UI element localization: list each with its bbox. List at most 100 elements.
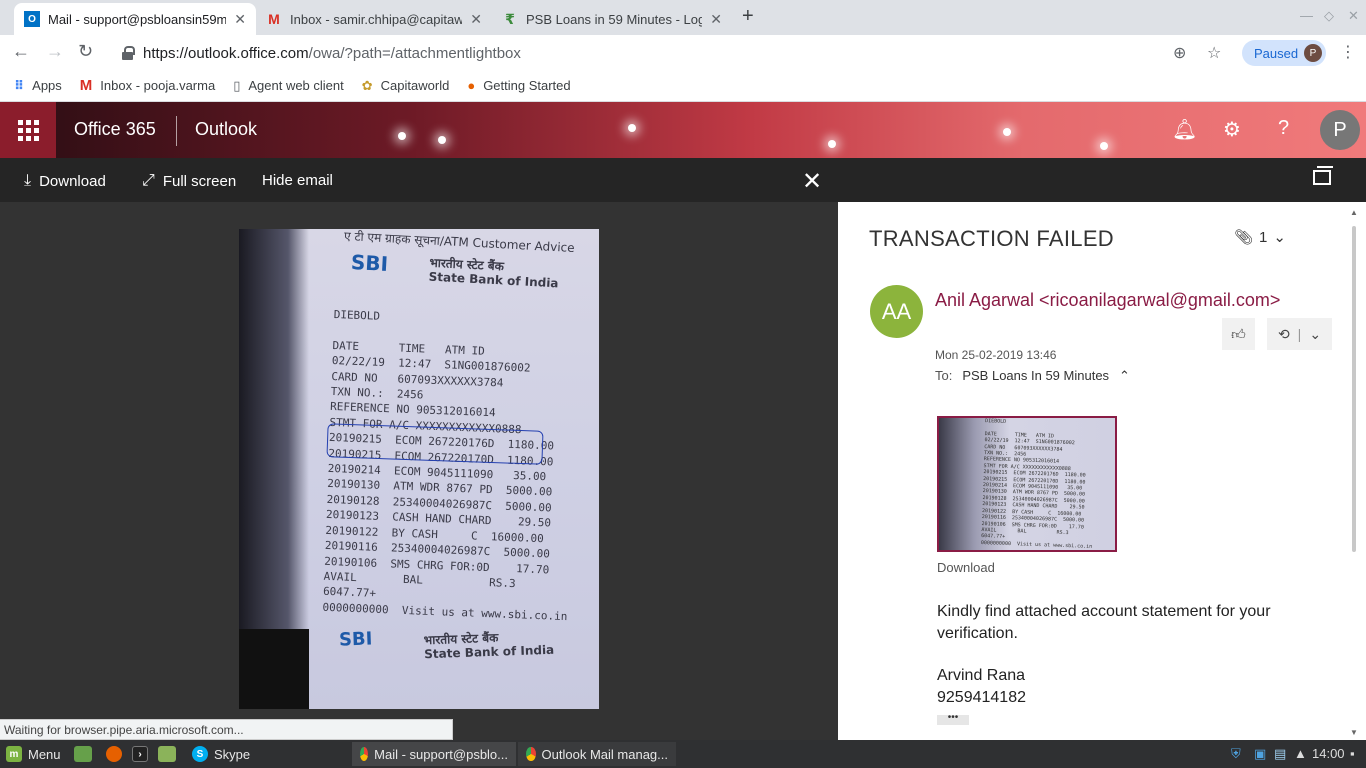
bookmark-getting-started[interactable]: ● Getting Started: [467, 78, 570, 93]
profile-status: Paused: [1254, 45, 1299, 61]
files-launcher[interactable]: [158, 743, 182, 765]
app-name[interactable]: Outlook: [195, 119, 257, 140]
bank-name-block: भारतीय स्टेट बैंक State Bank of India: [428, 256, 559, 291]
show-desktop-launcher[interactable]: [74, 743, 98, 765]
scrollbar-thumb[interactable]: [1352, 226, 1356, 552]
firefox-launcher[interactable]: [106, 743, 128, 765]
app-launcher-button[interactable]: [0, 102, 56, 158]
download-button[interactable]: ⤓ Download: [24, 172, 106, 190]
restore-icon[interactable]: ◇: [1324, 8, 1334, 24]
new-tab-button[interactable]: +: [742, 5, 754, 28]
close-lightbox-icon[interactable]: ✕: [802, 167, 822, 196]
profile-paused-button[interactable]: Paused P: [1242, 40, 1326, 66]
chat-icon[interactable]: ▣: [1254, 746, 1266, 762]
zoom-icon[interactable]: ⊕: [1173, 43, 1186, 63]
back-icon[interactable]: ←: [12, 41, 30, 62]
browser-tab-gmail[interactable]: M Inbox - samir.chhipa@capitawo ✕: [256, 3, 492, 35]
bell-icon[interactable]: 🔔︎: [1172, 117, 1197, 142]
browser-status-text: Waiting for browser.pipe.aria.microsoft.…: [0, 719, 453, 740]
reload-icon[interactable]: ↻: [78, 41, 93, 62]
outlook-icon: O: [24, 11, 40, 27]
suite-title[interactable]: Office 365: [74, 119, 156, 140]
sender-name[interactable]: Anil Agarwal <ricoanilagarwal@gmail.com>: [935, 290, 1280, 311]
apps-grid-icon: ⠿: [14, 77, 25, 93]
like-button[interactable]: 👍︎: [1222, 318, 1255, 350]
scroll-down-icon[interactable]: ▼: [1350, 728, 1358, 737]
chevron-down-icon: ⌄: [1273, 229, 1286, 246]
bookmark-apps[interactable]: ⠿ Apps: [14, 78, 62, 94]
help-icon[interactable]: ?: [1278, 117, 1289, 140]
fullscreen-label: Full screen: [162, 172, 237, 190]
browser-tab-psb[interactable]: ₹ PSB Loans in 59 Minutes - Login ✕: [492, 3, 732, 35]
user-avatar[interactable]: P: [1320, 110, 1360, 150]
skype-launcher[interactable]: S Skype: [192, 743, 250, 765]
close-tab-icon[interactable]: ✕: [234, 11, 246, 28]
close-tab-icon[interactable]: ✕: [470, 11, 482, 28]
email-body: Kindly find attached account statement f…: [937, 603, 1271, 642]
office-header: Office 365 Outlook 🔔︎ ⚙ ? P: [0, 102, 1366, 158]
header-decoration: [828, 140, 836, 148]
bookmark-gmail[interactable]: M Inbox - pooja.varma: [80, 77, 215, 94]
hide-email-button[interactable]: Hide email: [262, 172, 333, 189]
terminal-icon: ›: [132, 746, 148, 762]
bookmark-star-icon[interactable]: ☆: [1207, 43, 1221, 63]
gmail-icon: M: [268, 11, 280, 27]
network-icon[interactable]: ▤: [1274, 746, 1286, 762]
skype-label: Skype: [214, 746, 251, 762]
window-label: Mail - support@psblo...: [374, 746, 508, 762]
lock-icon: [122, 46, 135, 60]
expand-icon: ⤢: [142, 172, 155, 189]
shield-icon[interactable]: ⛨: [1231, 746, 1241, 762]
tab-title: Mail - support@psbloansin59m: [48, 11, 227, 27]
reply-all-icon: ⟲: [1277, 325, 1290, 342]
bookmark-agent-web-client[interactable]: ▯ Agent web client: [233, 78, 344, 94]
chevron-up-icon[interactable]: ⌃: [1119, 368, 1130, 384]
menu-label: Menu: [28, 746, 61, 762]
sender-avatar[interactable]: AA: [870, 285, 923, 338]
start-menu-button[interactable]: m Menu: [6, 743, 61, 765]
fullscreen-button[interactable]: ⤢ Full screen: [142, 172, 236, 190]
notification-icon[interactable]: ▲: [1294, 746, 1307, 761]
forward-icon[interactable]: →: [46, 41, 64, 62]
chevron-down-icon[interactable]: ⌄: [1309, 326, 1321, 343]
minimize-icon[interactable]: —: [1300, 8, 1313, 23]
thumbnail-text: DIEBOLD DATE TIME ATM ID 02/22/19 12:47 S…: [981, 418, 1097, 550]
close-tab-icon[interactable]: ✕: [710, 11, 722, 28]
bookmark-label: Agent web client: [248, 78, 344, 93]
to-label: To:: [935, 368, 953, 383]
show-more-button[interactable]: •••: [937, 713, 969, 725]
attachment-download-link[interactable]: Download: [937, 560, 995, 575]
header-decoration: [1003, 128, 1011, 136]
receipt-text: DIEBOLD DATE TIME ATM ID 02/22/19 12:47 S…: [322, 307, 579, 624]
recipient-name[interactable]: PSB Loans In 59 Minutes: [962, 368, 1109, 384]
header-decoration: [438, 136, 446, 144]
thumbs-up-icon: 👍︎: [1231, 325, 1246, 342]
terminal-launcher[interactable]: ›: [132, 743, 154, 765]
attachment-count-button[interactable]: 📎︎ 1 ⌄: [1234, 228, 1286, 247]
popout-icon[interactable]: [1313, 166, 1333, 185]
scroll-up-icon[interactable]: ▲: [1350, 208, 1358, 217]
close-window-icon[interactable]: ✕: [1348, 8, 1359, 24]
tab-title: PSB Loans in 59 Minutes - Login: [526, 11, 703, 27]
download-icon: ⤓: [24, 172, 32, 189]
header-decoration: [1100, 142, 1108, 150]
signature-name: Arvind Rana: [937, 667, 1026, 684]
system-tray-icon[interactable]: ▪: [1350, 746, 1355, 761]
taskbar-window-mail[interactable]: Mail - support@psblo...: [352, 742, 516, 766]
clock[interactable]: 14:00: [1312, 746, 1345, 761]
bookmark-label: Getting Started: [483, 78, 571, 93]
browser-menu-icon[interactable]: ⋮: [1340, 42, 1356, 62]
psb-icon: ₹: [505, 10, 515, 27]
bookmark-label: Apps: [32, 78, 62, 93]
firefox-icon: [106, 746, 122, 762]
browser-tab-mail[interactable]: O Mail - support@psbloansin59m ✕: [14, 3, 256, 35]
attachment-thumbnail[interactable]: DIEBOLD DATE TIME ATM ID 02/22/19 12:47 S…: [937, 416, 1117, 552]
reply-all-button[interactable]: ⟲ | ⌄: [1267, 318, 1332, 350]
profile-avatar: P: [1304, 44, 1322, 62]
sbi-logo-footer: SBI: [338, 628, 373, 651]
taskbar-window-outlook[interactable]: Outlook Mail manag...: [518, 742, 676, 766]
gear-icon[interactable]: ⚙: [1223, 117, 1241, 142]
address-bar[interactable]: https://outlook.office.com/owa/?path=/at…: [112, 39, 1230, 67]
bookmark-capitaworld[interactable]: ✿ Capitaworld: [362, 78, 450, 94]
attachment-viewer: ए टी एम ग्राहक सूचना/ATM Customer Advice…: [0, 202, 838, 740]
